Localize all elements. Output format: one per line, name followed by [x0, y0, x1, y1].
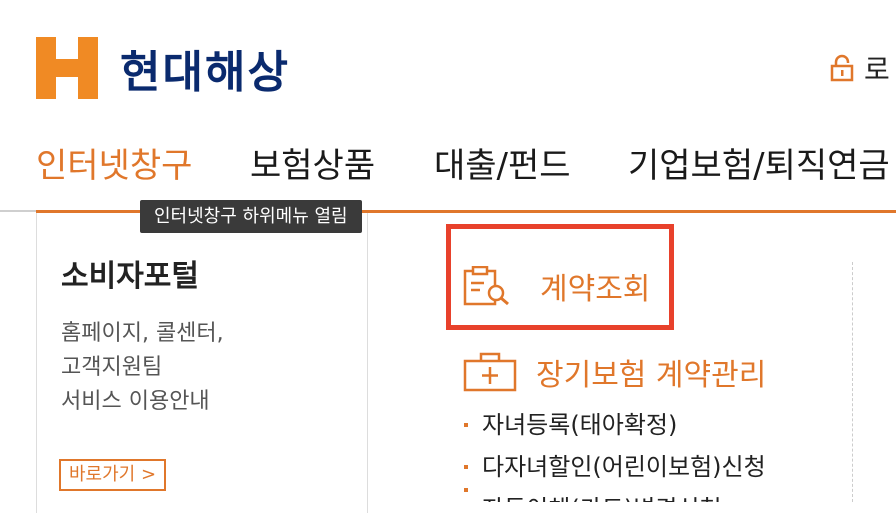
gnb-item-loan-fund[interactable]: 대출/펀드: [434, 138, 571, 187]
gnb-item-internet-window[interactable]: 인터넷창구: [36, 138, 192, 187]
login-text: 로: [864, 53, 890, 86]
gnb-item-insurance-products[interactable]: 보험상품: [250, 138, 375, 187]
consumer-portal-panel: 소비자포털 홈페이지, 콜센터, 고객지원팀 서비스 이용안내 바로가기 >: [36, 213, 368, 513]
contract-inquiry-label: 계약조회: [540, 272, 651, 307]
submenu-item-child-registration[interactable]: 자녀등록(태아확정): [464, 404, 766, 446]
bullet-icon: [464, 488, 468, 492]
gnb-item-corporate-pension[interactable]: 기업보험/퇴직연금: [628, 138, 890, 187]
go-shortcut-button[interactable]: 바로가기 >: [59, 459, 167, 491]
consumer-portal-desc-line: 홈페이지, 콜센터,: [61, 321, 224, 346]
lock-icon: [830, 54, 854, 82]
consumer-portal-title: 소비자포털: [61, 259, 199, 294]
company-logo[interactable]: 현대해상: [36, 36, 290, 100]
contract-inquiry-link[interactable]: 계약조회: [462, 264, 650, 308]
bullet-icon: [464, 465, 468, 469]
medical-briefcase-icon: [463, 352, 517, 392]
consumer-portal-description: 홈페이지, 콜센터, 고객지원팀 서비스 이용안내: [61, 317, 224, 419]
consumer-portal-desc-line: 고객지원팀: [61, 355, 163, 380]
long-term-submenu: 자녀등록(태아확정) 다자녀할인(어린이보험)신청 자동이체(카드)변경신청: [464, 404, 766, 502]
bullet-icon: [464, 423, 468, 427]
login-link[interactable]: 로: [830, 48, 890, 88]
global-nav: 인터넷창구 보험상품 대출/펀드 기업보험/퇴직연금: [0, 138, 896, 186]
submenu-tooltip: 인터넷창구 하위메뉴 열림: [140, 200, 362, 233]
submenu-item-multi-child-discount[interactable]: 다자녀할인(어린이보험)신청: [464, 446, 766, 488]
contract-search-icon: [463, 266, 509, 306]
submenu-item-label: 자녀등록(태아확정): [482, 411, 678, 439]
consumer-portal-desc-line: 서비스 이용안내: [61, 389, 210, 414]
submenu-item-label: 다자녀할인(어린이보험)신청: [482, 453, 766, 481]
logo-text: 현대해상: [120, 47, 290, 98]
hyundai-h-logo-icon: [36, 37, 98, 99]
long-term-insurance-link[interactable]: 장기보험 계약관리: [462, 350, 766, 394]
long-term-insurance-label: 장기보험 계약관리: [536, 358, 767, 393]
column-separator: [852, 262, 853, 502]
